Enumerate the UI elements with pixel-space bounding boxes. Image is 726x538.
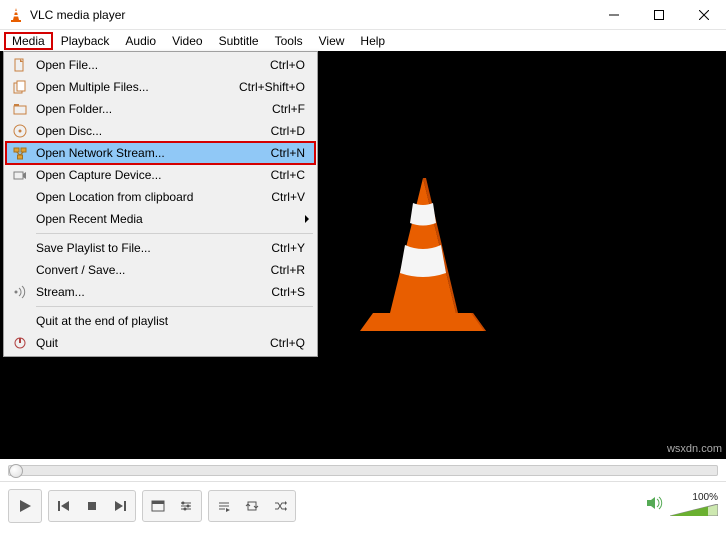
menu-item-shortcut: Ctrl+Shift+O xyxy=(239,80,311,94)
menu-item-shortcut: Ctrl+V xyxy=(271,190,311,204)
folder-icon xyxy=(10,102,30,116)
media-dropdown-menu: Open File... Ctrl+O Open Multiple Files.… xyxy=(3,51,318,357)
menu-item-shortcut: Ctrl+D xyxy=(271,124,311,138)
disc-icon xyxy=(10,124,30,138)
stream-icon xyxy=(10,285,30,299)
menu-item-shortcut: Ctrl+Q xyxy=(270,336,311,350)
capture-icon xyxy=(10,168,30,182)
menu-item-label: Open Recent Media xyxy=(30,212,311,226)
menu-open-multiple-files[interactable]: Open Multiple Files... Ctrl+Shift+O xyxy=(6,76,315,98)
menu-playback[interactable]: Playback xyxy=(53,32,118,50)
network-icon xyxy=(10,146,30,160)
video-area: Open File... Ctrl+O Open Multiple Files.… xyxy=(0,51,726,459)
play-button[interactable] xyxy=(8,489,42,523)
menu-open-location-clipboard[interactable]: Open Location from clipboard Ctrl+V xyxy=(6,186,315,208)
loop-button[interactable] xyxy=(239,493,265,519)
playlist-button[interactable] xyxy=(211,493,237,519)
menu-media[interactable]: Media xyxy=(4,32,53,50)
fullscreen-button[interactable] xyxy=(145,493,171,519)
menu-item-label: Convert / Save... xyxy=(30,263,271,277)
menu-item-label: Open Multiple Files... xyxy=(30,80,239,94)
volume-percent: 100% xyxy=(692,492,718,503)
volume-area: 100% xyxy=(646,492,718,519)
playlist-cluster xyxy=(208,490,296,522)
menu-item-shortcut: Ctrl+Y xyxy=(271,241,311,255)
menu-item-label: Open File... xyxy=(30,58,270,72)
menu-item-label: Open Disc... xyxy=(30,124,271,138)
menu-open-disc[interactable]: Open Disc... Ctrl+D xyxy=(6,120,315,142)
menu-subtitle[interactable]: Subtitle xyxy=(211,32,267,50)
menu-quit[interactable]: Quit Ctrl+Q xyxy=(6,332,315,354)
menu-item-shortcut: Ctrl+S xyxy=(271,285,311,299)
menu-item-label: Open Folder... xyxy=(30,102,272,116)
menu-audio[interactable]: Audio xyxy=(117,32,164,50)
playback-cluster xyxy=(48,490,136,522)
menu-item-shortcut: Ctrl+O xyxy=(270,58,311,72)
menu-tools[interactable]: Tools xyxy=(267,32,311,50)
next-button[interactable] xyxy=(107,493,133,519)
menu-item-label: Stream... xyxy=(30,285,271,299)
menu-video[interactable]: Video xyxy=(164,32,210,50)
watermark-text: wsxdn.com xyxy=(667,443,722,455)
menu-save-playlist[interactable]: Save Playlist to File... Ctrl+Y xyxy=(6,237,315,259)
menu-open-capture-device[interactable]: Open Capture Device... Ctrl+C xyxy=(6,164,315,186)
menu-item-shortcut: Ctrl+F xyxy=(272,102,311,116)
vlc-cone-large-icon xyxy=(358,173,488,338)
menu-item-shortcut: Ctrl+C xyxy=(271,168,311,182)
view-cluster xyxy=(142,490,202,522)
menubar: Media Playback Audio Video Subtitle Tool… xyxy=(0,30,726,51)
prev-button[interactable] xyxy=(51,493,77,519)
menu-item-label: Open Network Stream... xyxy=(30,146,271,160)
menu-open-network-stream[interactable]: Open Network Stream... Ctrl+N xyxy=(6,142,315,164)
titlebar: VLC media player xyxy=(0,0,726,30)
menu-open-file[interactable]: Open File... Ctrl+O xyxy=(6,54,315,76)
menu-item-label: Quit xyxy=(30,336,270,350)
stop-button[interactable] xyxy=(79,493,105,519)
close-button[interactable] xyxy=(681,0,726,29)
controls-bar: 100% xyxy=(0,481,726,529)
speaker-icon[interactable] xyxy=(646,495,664,516)
seek-slider[interactable] xyxy=(8,465,718,476)
file-icon xyxy=(10,58,30,72)
menu-item-label: Open Location from clipboard xyxy=(30,190,271,204)
vlc-cone-icon xyxy=(8,7,24,23)
minimize-button[interactable] xyxy=(591,0,636,29)
seekbar xyxy=(0,459,726,481)
submenu-arrow-icon xyxy=(305,215,309,223)
menu-item-label: Save Playlist to File... xyxy=(30,241,271,255)
shuffle-button[interactable] xyxy=(267,493,293,519)
menu-view[interactable]: View xyxy=(311,32,353,50)
extended-settings-button[interactable] xyxy=(173,493,199,519)
menu-open-folder[interactable]: Open Folder... Ctrl+F xyxy=(6,98,315,120)
menu-convert-save[interactable]: Convert / Save... Ctrl+R xyxy=(6,259,315,281)
menu-help[interactable]: Help xyxy=(352,32,393,50)
quit-icon xyxy=(10,336,30,350)
menu-stream[interactable]: Stream... Ctrl+S xyxy=(6,281,315,303)
window-title: VLC media player xyxy=(30,8,591,22)
menu-separator xyxy=(36,306,313,307)
menu-item-label: Quit at the end of playlist xyxy=(30,314,311,328)
multifile-icon xyxy=(10,80,30,94)
maximize-button[interactable] xyxy=(636,0,681,29)
menu-separator xyxy=(36,233,313,234)
menu-quit-end-playlist[interactable]: Quit at the end of playlist xyxy=(6,310,315,332)
menu-item-shortcut: Ctrl+R xyxy=(271,263,311,277)
menu-item-label: Open Capture Device... xyxy=(30,168,271,182)
volume-slider[interactable] xyxy=(670,503,718,519)
menu-item-shortcut: Ctrl+N xyxy=(271,146,311,160)
seek-knob[interactable] xyxy=(9,464,23,478)
menu-open-recent-media[interactable]: Open Recent Media xyxy=(6,208,315,230)
